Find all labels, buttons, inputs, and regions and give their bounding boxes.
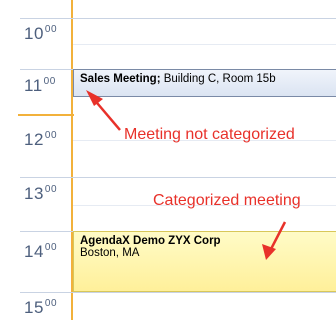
callout-arrows [86, 90, 287, 260]
arrow-not-categorized-icon [86, 90, 121, 131]
arrow-categorized-icon [262, 221, 287, 260]
